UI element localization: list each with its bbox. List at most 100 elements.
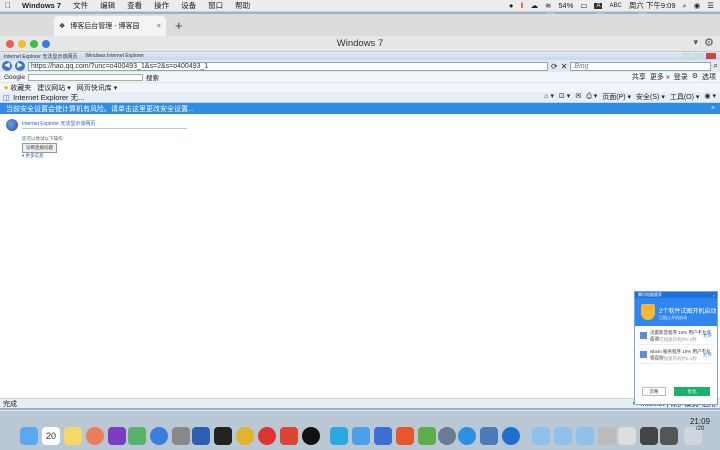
menu-help[interactable]: 帮助	[229, 0, 256, 11]
feeds-icon[interactable]: ⊡ ▾	[559, 92, 570, 102]
search-icon[interactable]: ⌕	[714, 61, 718, 71]
google-search-input[interactable]	[27, 73, 143, 81]
home-icon[interactable]: ⌂ ▾	[544, 92, 554, 102]
window-menu-chevron-icon[interactable]: ▾	[693, 37, 698, 48]
k-app-icon[interactable]	[150, 427, 168, 445]
google-search-button[interactable]: 搜索	[146, 72, 159, 82]
item-detail: 每天可加速开机约0.3秒	[650, 337, 697, 342]
chrome-icon[interactable]	[236, 427, 254, 445]
windows-icon[interactable]	[418, 427, 436, 445]
status-text: 完成	[3, 400, 17, 408]
calendar-icon[interactable]: 20	[42, 427, 60, 445]
menu-view[interactable]: 查看	[121, 0, 148, 11]
cloud-icon[interactable]: ☁	[531, 1, 539, 10]
refresh-icon[interactable]: ⟳	[551, 62, 558, 71]
windows-icon[interactable]	[396, 427, 414, 445]
menu-devices[interactable]: 设备	[175, 0, 202, 11]
app-store-icon[interactable]	[352, 427, 370, 445]
extension-icon[interactable]: ⚙	[704, 36, 714, 49]
popup-subtitle: 已阻止开机启动	[659, 315, 687, 320]
window-thumbnail-icon[interactable]	[618, 427, 636, 445]
security-info-bar[interactable]: 当前安全设置会使计算机有风险。请单击这里更改安全设置... ×	[0, 103, 720, 114]
tools-menu[interactable]: 工具(O) ▾	[670, 92, 700, 102]
sparkle-icon[interactable]	[128, 427, 146, 445]
popup-close-icon[interactable]: ×	[713, 293, 717, 298]
gear-icon[interactable]	[438, 427, 456, 445]
allow-link[interactable]: 允许	[703, 333, 712, 339]
window-thumbnail-icon[interactable]	[640, 427, 658, 445]
ie-close-button[interactable]	[706, 53, 716, 59]
folder-icon[interactable]	[576, 427, 594, 445]
ie-icon[interactable]	[502, 427, 520, 445]
page-menu[interactable]: 页面(P) ▾	[602, 92, 631, 102]
browser-tab-strip: ❖ 博客后台管理 - 博客园 × +	[0, 14, 720, 36]
ie-title-bar: Internet Explorer 无法显示该网页 Windows Intern…	[0, 52, 720, 60]
safety-menu[interactable]: 安全(S) ▾	[636, 92, 665, 102]
media-player-icon[interactable]	[330, 427, 348, 445]
ie-error-logo-icon	[6, 119, 18, 131]
help-menu[interactable]: ◉ ▾	[704, 92, 716, 102]
ie-active-tab[interactable]: Internet Explorer 无...	[13, 92, 84, 103]
diagnose-button[interactable]: 诊断连接问题	[22, 143, 57, 153]
ie-tab-icon: ◫	[3, 92, 11, 102]
input-method-abbr[interactable]: A	[594, 2, 603, 9]
share-link[interactable]: 共享	[632, 72, 646, 82]
radio-icon[interactable]	[280, 427, 298, 445]
menu-app-name[interactable]: Windows 7	[16, 1, 67, 10]
terminal-icon[interactable]	[214, 427, 232, 445]
qq-status-icon[interactable]: ●	[509, 1, 514, 10]
forward-button[interactable]: ▶	[15, 61, 25, 71]
security-popup: 腾讯电脑管家 × 2个软件试图开机启动 已阻止开机启动 迅雷影音程序 10% 用…	[634, 291, 718, 405]
settings-icon[interactable]: ⚙	[692, 72, 698, 82]
more-link[interactable]: 更多 »	[650, 72, 670, 82]
avatar-icon[interactable]: ◉	[694, 1, 701, 10]
apple-icon[interactable]: 	[0, 1, 16, 10]
browser-tab[interactable]: ❖ 博客后台管理 - 博客园 ×	[54, 16, 166, 36]
notification-center-icon[interactable]: ☰	[707, 1, 714, 10]
optimize-button[interactable]: 优化	[674, 387, 710, 396]
menu-actions[interactable]: 操作	[148, 0, 175, 11]
settings-link[interactable]: 选项	[702, 72, 716, 82]
qq-icon[interactable]	[302, 427, 320, 445]
word-icon[interactable]	[192, 427, 210, 445]
window-thumbnail-icon[interactable]	[598, 427, 616, 445]
battery-icon[interactable]: ▭	[580, 1, 587, 10]
wifi-icon[interactable]: ≋	[545, 1, 551, 10]
menu-edit[interactable]: 编辑	[94, 0, 121, 11]
system-preferences-icon[interactable]	[172, 427, 190, 445]
search-icon[interactable]: ⌕	[683, 1, 687, 11]
print-icon[interactable]: ⎙ ▾	[586, 92, 597, 102]
bird-icon[interactable]	[374, 427, 392, 445]
back-button[interactable]: ◀	[2, 61, 12, 71]
photos-icon[interactable]	[86, 427, 104, 445]
folder-icon[interactable]	[554, 427, 572, 445]
folder-icon[interactable]	[532, 427, 550, 445]
input-method[interactable]: ABC	[609, 3, 621, 9]
menubar-datetime[interactable]: 周六 下午9:09	[629, 0, 676, 11]
ignore-button[interactable]: 忽略	[642, 387, 666, 396]
imovie-icon[interactable]	[108, 427, 126, 445]
allow-link[interactable]: 允许	[703, 352, 712, 358]
new-tab-button[interactable]: +	[175, 18, 183, 33]
login-link[interactable]: 登录	[674, 72, 688, 82]
parallels-icon[interactable]: ‖	[520, 1, 523, 10]
app-icon	[640, 332, 647, 339]
stop-icon[interactable]: ✕	[561, 62, 568, 71]
mail-icon[interactable]: ✉	[575, 92, 581, 102]
menu-window[interactable]: 窗口	[202, 0, 229, 11]
search-input[interactable]: Bing	[570, 61, 711, 71]
ie-icon[interactable]	[458, 427, 476, 445]
infobar-close-icon[interactable]: ×	[711, 105, 720, 112]
tab-close-icon[interactable]: ×	[157, 23, 161, 30]
ie-maximize-button[interactable]	[694, 53, 704, 59]
netease-music-icon[interactable]	[258, 427, 276, 445]
ie-minimize-button[interactable]	[682, 53, 692, 59]
window-title-bar: Windows 7 ▾ ⚙	[0, 36, 720, 52]
address-bar[interactable]: https://hao.qq.com/?unc=o400493_1&s=2&s=…	[28, 61, 548, 71]
notes-icon[interactable]	[64, 427, 82, 445]
control-panel-icon[interactable]	[480, 427, 498, 445]
menu-file[interactable]: 文件	[67, 0, 94, 11]
more-info-link[interactable]: ▾ 更多信息	[22, 153, 44, 159]
finder-icon[interactable]	[20, 427, 38, 445]
window-thumbnail-icon[interactable]	[660, 427, 678, 445]
